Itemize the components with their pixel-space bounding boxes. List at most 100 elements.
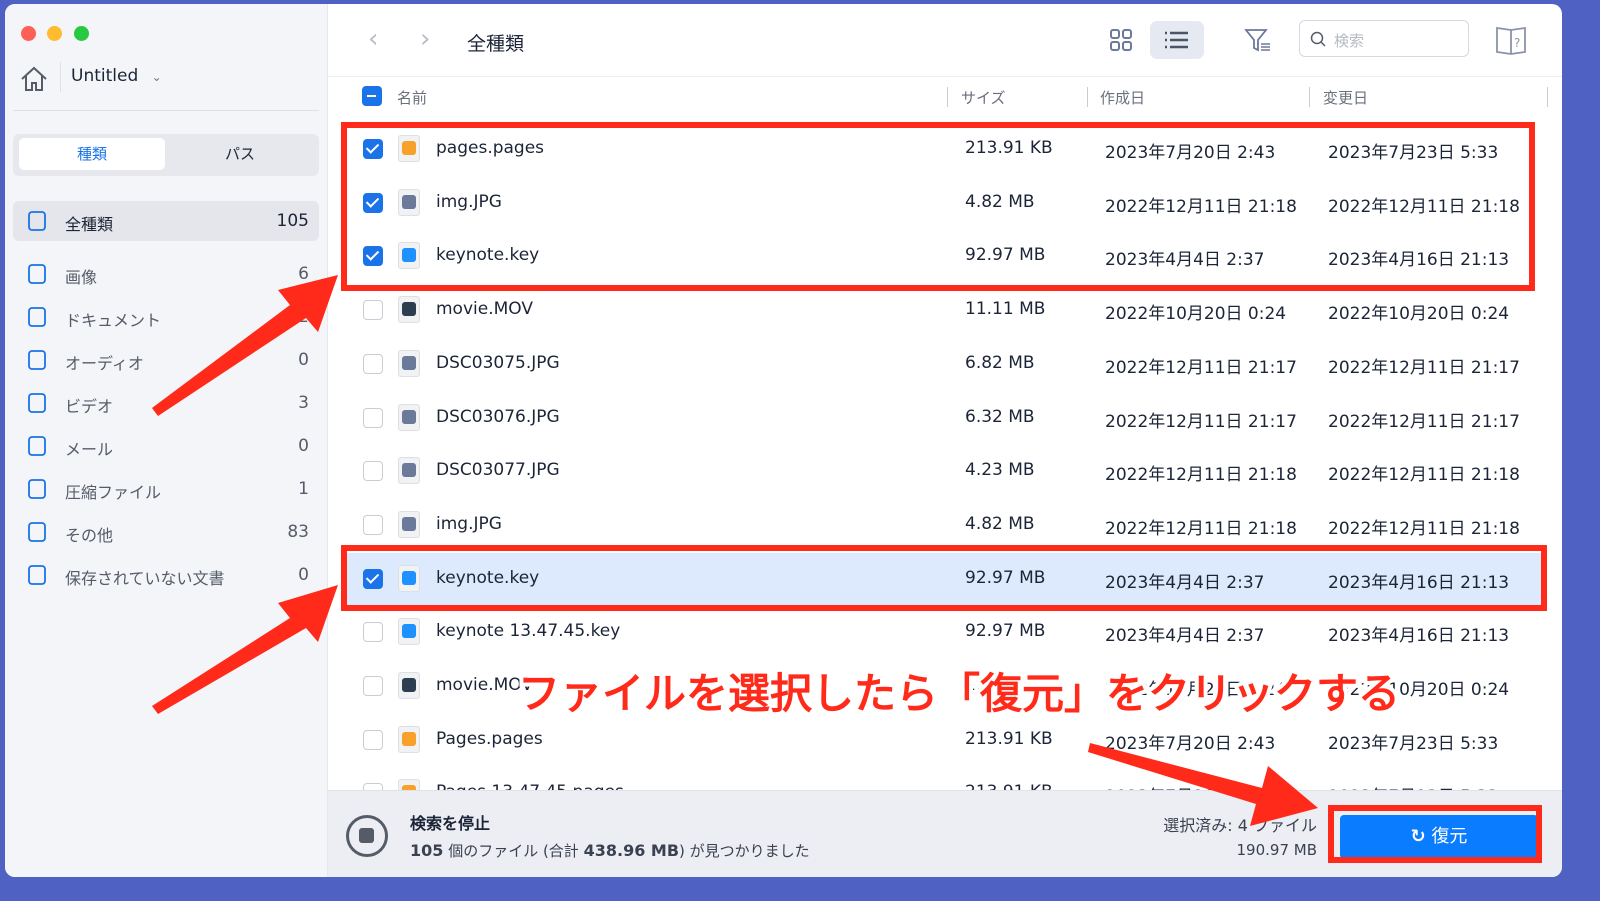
file-modified: 2022年10月20日 0:24 — [1328, 680, 1510, 700]
file-row[interactable]: DSC03076.JPG 6.32 MB 2022年12月11日 21:17 2… — [341, 392, 1544, 444]
volume-name: Untitled — [71, 66, 139, 86]
row-checkbox[interactable] — [363, 783, 383, 790]
file-row[interactable]: Pages 13.47.45.pages 213.91 KB 2023年7月20… — [341, 767, 1544, 790]
sidebar-item-label: ビデオ — [65, 397, 114, 416]
file-created: 2022年12月11日 21:18 — [1105, 196, 1297, 217]
file-size: 11.11 MB — [965, 675, 1046, 695]
row-checkbox[interactable] — [363, 622, 383, 643]
sidebar-item-label: 圧縮ファイル — [65, 483, 162, 502]
row-checkbox[interactable] — [363, 729, 383, 750]
file-created: 2023年7月20日 2:43 — [1105, 143, 1276, 163]
sidebar-item-label: 画像 — [65, 268, 98, 287]
sidebar-item-count: 0 — [298, 565, 309, 585]
sidebar-item[interactable]: オーディオ 0 — [13, 340, 319, 380]
sidebar-item-count: 12 — [287, 307, 309, 327]
other-files-icon — [28, 522, 46, 542]
row-checkbox[interactable] — [363, 461, 383, 482]
file-name: Pages 13.47.45.pages — [436, 782, 624, 790]
image-icon — [28, 264, 46, 284]
sidebar-item-label: メール — [65, 440, 114, 459]
stop-search-button[interactable] — [346, 815, 388, 857]
row-checkbox[interactable] — [363, 676, 383, 696]
sidebar-item[interactable]: 保存されていない文書 0 — [13, 555, 319, 595]
sidebar-item[interactable]: メール 0 — [13, 426, 319, 466]
row-checkbox[interactable] — [363, 407, 383, 428]
row-checkbox[interactable] — [363, 192, 383, 213]
file-size: 92.97 MB — [965, 245, 1046, 266]
file-row[interactable]: Pages.pages 213.91 KB 2023年7月20日 2:43 20… — [341, 714, 1544, 766]
file-row[interactable]: movie.MOV 11.11 MB 2022年10月20日 0:24 2022… — [341, 660, 1544, 712]
file-row[interactable]: img.JPG 4.82 MB 2022年12月11日 21:18 2022年1… — [341, 499, 1544, 551]
row-checkbox[interactable] — [363, 353, 383, 374]
file-name: Pages.pages — [436, 728, 543, 749]
recover-button[interactable]: ↻ 復元 — [1340, 815, 1538, 859]
close-button[interactable] — [21, 26, 36, 41]
file-name: DSC03075.JPG — [436, 352, 560, 373]
file-created: 2023年7月20日 2:43 — [1105, 782, 1275, 790]
sidebar-item-label: その他 — [65, 526, 114, 545]
file-row[interactable]: keynote.key 92.97 MB 2023年4月4日 2:37 2023… — [341, 230, 1544, 282]
selected-count: 選択済み: 4 ファイル — [1163, 816, 1317, 835]
sidebar-item[interactable]: ビデオ 3 — [13, 383, 319, 423]
sidebar-item[interactable]: 圧縮ファイル 1 — [13, 469, 319, 509]
movie-file-icon — [398, 296, 420, 324]
row-checkbox[interactable] — [363, 568, 383, 589]
file-size: 4.23 MB — [965, 460, 1035, 481]
file-modified: 2022年12月11日 21:17 — [1328, 411, 1520, 432]
image-file-icon — [398, 403, 420, 431]
row-checkbox[interactable] — [363, 139, 383, 159]
file-name: DSC03076.JPG — [436, 406, 560, 427]
file-created: 2022年12月11日 21:17 — [1105, 357, 1297, 378]
file-size: 6.32 MB — [965, 406, 1035, 427]
sidebar-item[interactable]: その他 83 — [13, 512, 319, 552]
file-modified: 2022年12月11日 21:18 — [1328, 518, 1520, 539]
minimize-button[interactable] — [47, 26, 62, 41]
file-row[interactable]: movie.MOV 11.11 MB 2022年10月20日 0:24 2022… — [341, 284, 1544, 336]
tab-type[interactable]: 種類 — [19, 138, 165, 170]
row-checkbox[interactable] — [363, 246, 383, 267]
sidebar-item-label: オーディオ — [65, 354, 144, 373]
file-created: 2023年4月4日 2:37 — [1105, 250, 1265, 271]
sidebar-item-label: 保存されていない文書 — [65, 569, 225, 588]
app-window: Untitled ⌄ 種類 パス 全種類 105 画像 6 ドキュメント 12 … — [5, 4, 1562, 877]
home-icon[interactable] — [19, 64, 49, 94]
file-name: keynote.key — [436, 567, 540, 588]
file-modified: 2023年7月23日 5:33 — [1328, 782, 1498, 790]
view-mode-segment: 種類 パス — [13, 134, 319, 176]
file-created: 2023年7月20日 2:43 — [1105, 733, 1276, 754]
tab-path[interactable]: パス — [167, 138, 313, 170]
file-name: img.JPG — [436, 191, 502, 212]
row-checkbox[interactable] — [363, 300, 383, 321]
sidebar-item[interactable]: 全種類 105 — [13, 201, 319, 241]
stop-icon — [359, 828, 374, 843]
file-size: 11.11 MB — [965, 299, 1046, 320]
file-row[interactable]: pages.pages 213.91 KB 2023年7月20日 2:43 20… — [341, 123, 1544, 175]
file-name: pages.pages — [436, 138, 545, 158]
file-row[interactable]: img.JPG 4.82 MB 2022年12月11日 21:18 2022年1… — [341, 177, 1544, 229]
zip-file-icon — [28, 479, 46, 499]
volume-selector[interactable]: Untitled ⌄ — [71, 66, 162, 86]
row-checkbox[interactable] — [363, 514, 383, 535]
image-file-icon — [398, 457, 420, 485]
file-name: keynote.key — [436, 245, 540, 266]
grid-list-icon — [28, 211, 46, 231]
file-created: 2022年12月11日 21:18 — [1105, 465, 1297, 486]
image-file-icon — [398, 349, 420, 377]
file-modified: 2023年4月16日 21:13 — [1328, 626, 1510, 647]
zoom-button[interactable] — [74, 26, 89, 41]
file-row[interactable]: keynote.key 92.97 MB 2023年4月4日 2:37 2023… — [341, 552, 1544, 605]
image-file-icon — [398, 510, 420, 538]
pages-file-icon — [398, 779, 420, 790]
file-row[interactable]: keynote 13.47.45.key 92.97 MB 2023年4月4日 … — [341, 606, 1544, 658]
sidebar-item[interactable]: ドキュメント 12 — [13, 297, 319, 337]
music-note-icon — [28, 350, 46, 370]
file-created: 2023年4月4日 2:37 — [1105, 572, 1265, 593]
file-row[interactable]: DSC03077.JPG 4.23 MB 2022年12月11日 21:18 2… — [341, 445, 1544, 497]
file-row[interactable]: DSC03075.JPG 6.82 MB 2022年12月11日 21:17 2… — [341, 338, 1544, 390]
sidebar-item[interactable]: 画像 6 — [13, 254, 319, 294]
file-size: 6.82 MB — [965, 352, 1035, 373]
sidebar-item-label: ドキュメント — [65, 311, 162, 330]
sidebar-item-count: 1 — [298, 479, 309, 499]
file-modified: 2022年12月11日 21:18 — [1328, 196, 1520, 217]
image-file-icon — [398, 188, 420, 216]
